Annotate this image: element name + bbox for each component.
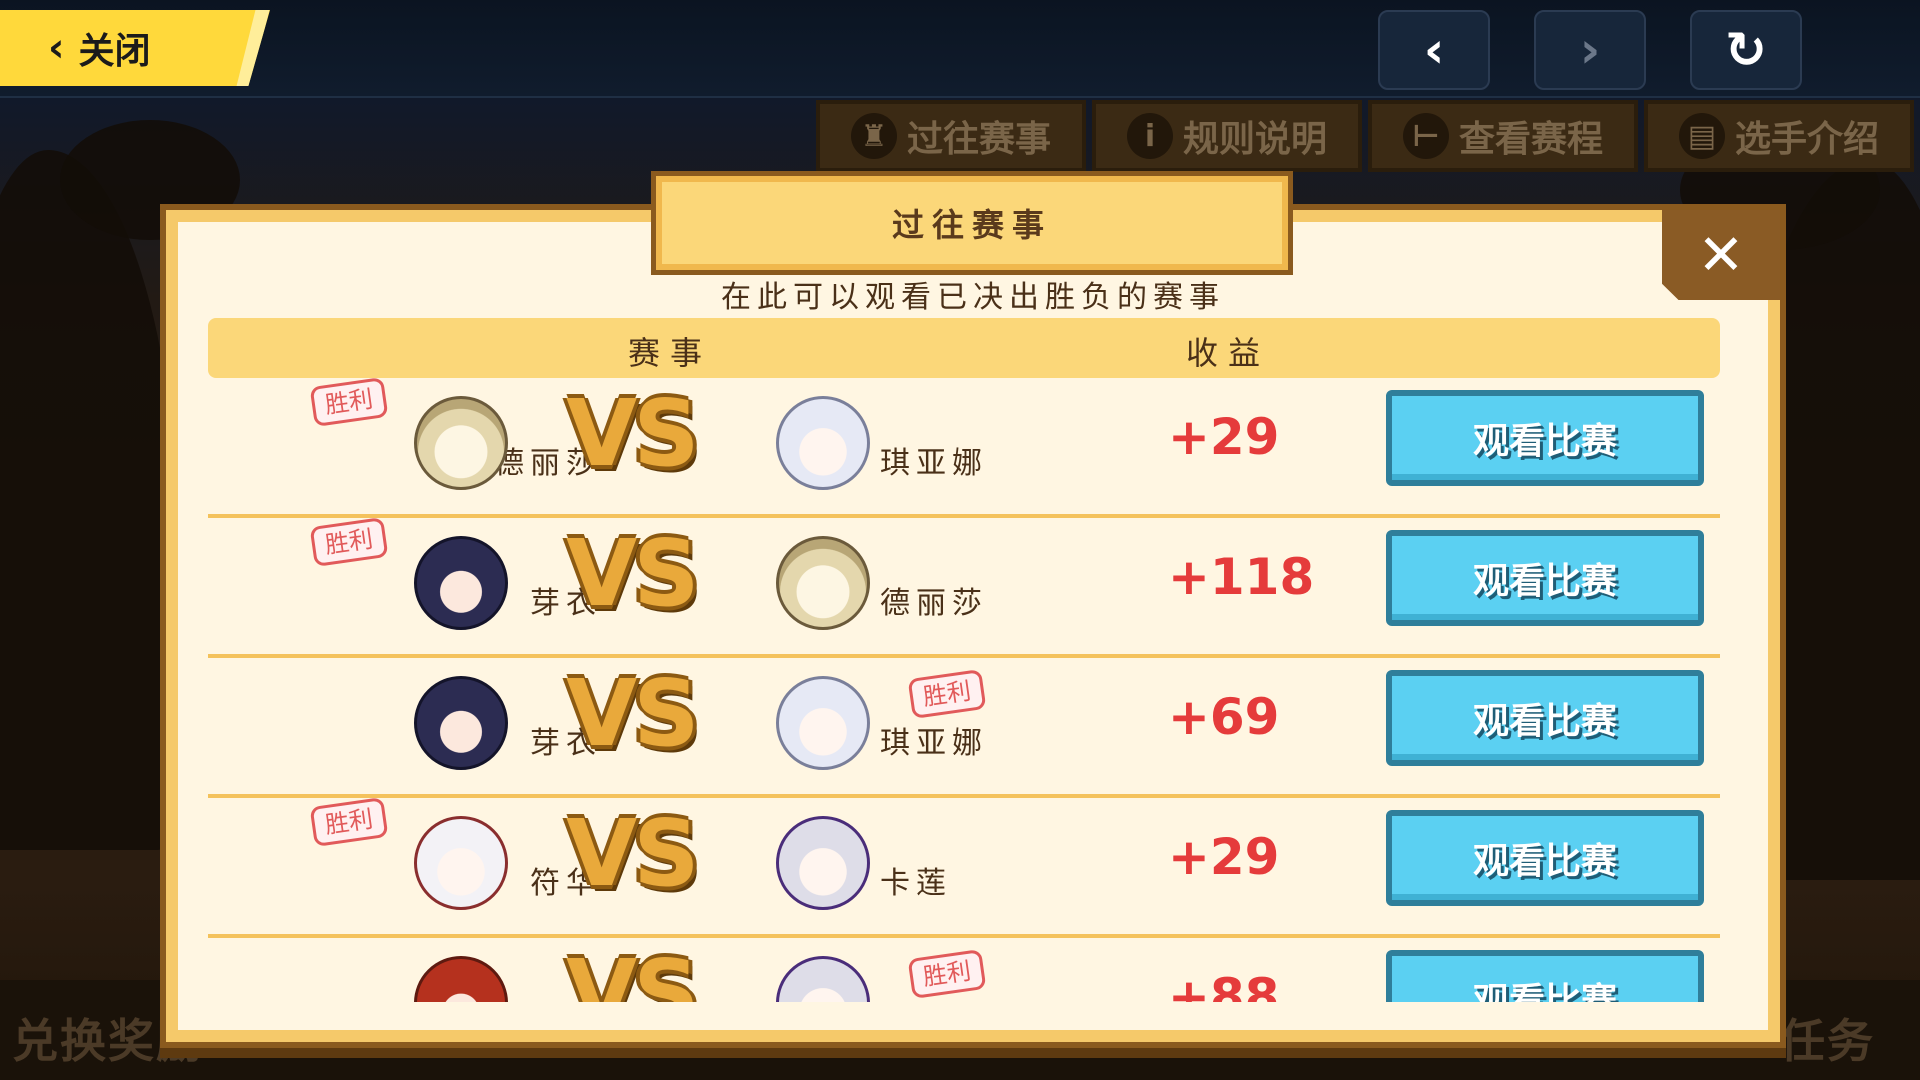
vs-label: VS bbox=[566, 380, 699, 487]
chevron-left-icon: ‹ bbox=[1423, 21, 1445, 79]
right-player-avatar bbox=[776, 676, 870, 770]
chevron-right-icon: › bbox=[1579, 21, 1601, 79]
win-badge: 胜利 bbox=[907, 949, 987, 999]
vs-label: VS bbox=[566, 520, 699, 627]
dialog-subtitle: 在此可以观看已决出胜负的赛事 bbox=[721, 280, 1225, 315]
tab-schedule[interactable]: ⊢ 查看赛程 bbox=[1368, 100, 1638, 172]
tasks-button[interactable]: 任务 bbox=[1779, 1005, 1875, 1071]
tab-label: 查看赛程 bbox=[1458, 119, 1603, 160]
win-badge: 胜利 bbox=[309, 517, 389, 567]
profit-value: +29 bbox=[1168, 828, 1280, 886]
win-badge: 胜利 bbox=[309, 378, 389, 427]
vs-label: VS bbox=[566, 940, 699, 1003]
profit-value: +88 bbox=[1168, 968, 1280, 1002]
match-list[interactable]: 胜利 德丽莎 VS 琪亚娜 +29 观看比赛 胜利 芽衣 VS 德丽莎 +118… bbox=[208, 378, 1720, 1002]
header-match: 赛事 bbox=[628, 334, 713, 372]
header-profit: 收益 bbox=[1186, 334, 1271, 372]
document-icon: ▤ bbox=[1678, 113, 1725, 159]
match-row: 胜利 符华 VS 卡莲 +29 观看比赛 bbox=[208, 797, 1720, 938]
close-page-button[interactable]: ‹ 关闭 bbox=[0, 10, 270, 86]
forward-button[interactable]: › bbox=[1534, 10, 1646, 90]
vs-label: VS bbox=[566, 800, 699, 907]
vs-label: VS bbox=[566, 660, 699, 767]
watch-match-button[interactable]: 观看比赛 bbox=[1386, 390, 1704, 486]
table-header: 赛事 收益 bbox=[208, 318, 1720, 378]
right-player-name: 卡莲 bbox=[880, 866, 952, 901]
watch-match-button[interactable]: 观看比赛 bbox=[1386, 670, 1704, 766]
right-player-name: 琪亚娜 bbox=[880, 726, 988, 761]
right-player-avatar bbox=[776, 536, 870, 630]
win-badge: 胜利 bbox=[907, 669, 987, 719]
left-player-avatar bbox=[414, 956, 508, 1002]
win-badge: 胜利 bbox=[309, 797, 389, 847]
tab-label: 选手介绍 bbox=[1734, 119, 1879, 160]
left-player-avatar bbox=[414, 536, 508, 630]
right-player-avatar bbox=[776, 816, 870, 910]
trophy-icon: ♜ bbox=[850, 113, 897, 159]
tab-label: 过往赛事 bbox=[906, 119, 1051, 160]
refresh-button[interactable]: ↻ bbox=[1690, 10, 1802, 90]
watch-match-button[interactable]: 观看比赛 bbox=[1386, 810, 1704, 906]
profit-value: +69 bbox=[1168, 688, 1280, 746]
chevron-left-icon: ‹ bbox=[48, 25, 65, 71]
tab-past-matches[interactable]: ♜ 过往赛事 bbox=[816, 100, 1086, 172]
dialog-title-text: 过往赛事 bbox=[891, 206, 1052, 244]
dialog-title: 过往赛事 bbox=[656, 176, 1288, 270]
right-player-avatar bbox=[776, 396, 870, 490]
left-player-avatar bbox=[414, 816, 508, 910]
right-player-name: 德丽莎 bbox=[880, 586, 988, 621]
refresh-icon: ↻ bbox=[1725, 21, 1767, 79]
match-row: 胜利 德丽莎 VS 琪亚娜 +29 观看比赛 bbox=[208, 378, 1720, 518]
match-row: 芽衣 VS 胜利 琪亚娜 +69 观看比赛 bbox=[208, 658, 1720, 798]
match-row: 胜利 芽衣 VS 德丽莎 +118 观看比赛 bbox=[208, 517, 1720, 658]
tab-players[interactable]: ▤ 选手介绍 bbox=[1644, 100, 1914, 172]
back-button[interactable]: ‹ bbox=[1378, 10, 1490, 90]
watch-match-button[interactable]: 观看比赛 bbox=[1386, 950, 1704, 1002]
past-matches-dialog: 过往赛事 ✕ 在此可以观看已决出胜负的赛事 赛事 收益 胜利 德丽莎 VS 琪亚… bbox=[166, 176, 1780, 1042]
close-label: 关闭 bbox=[78, 31, 151, 72]
watch-match-button[interactable]: 观看比赛 bbox=[1386, 530, 1704, 626]
profit-value: +118 bbox=[1168, 548, 1315, 606]
match-row: VS 胜利 +88 观看比赛 bbox=[208, 938, 1720, 1002]
tab-label: 规则说明 bbox=[1182, 119, 1327, 160]
bracket-icon: ⊢ bbox=[1402, 113, 1449, 159]
info-icon: i bbox=[1126, 113, 1173, 159]
profit-value: +29 bbox=[1168, 408, 1280, 466]
right-player-name: 琪亚娜 bbox=[880, 446, 988, 481]
tab-rules[interactable]: i 规则说明 bbox=[1092, 100, 1362, 172]
left-player-avatar bbox=[414, 676, 508, 770]
top-bar: ‹ 关闭 ‹ › ↻ bbox=[0, 0, 1920, 98]
right-player-avatar bbox=[776, 956, 870, 1002]
left-player-avatar bbox=[414, 396, 508, 490]
palm-tree-left bbox=[0, 150, 180, 850]
